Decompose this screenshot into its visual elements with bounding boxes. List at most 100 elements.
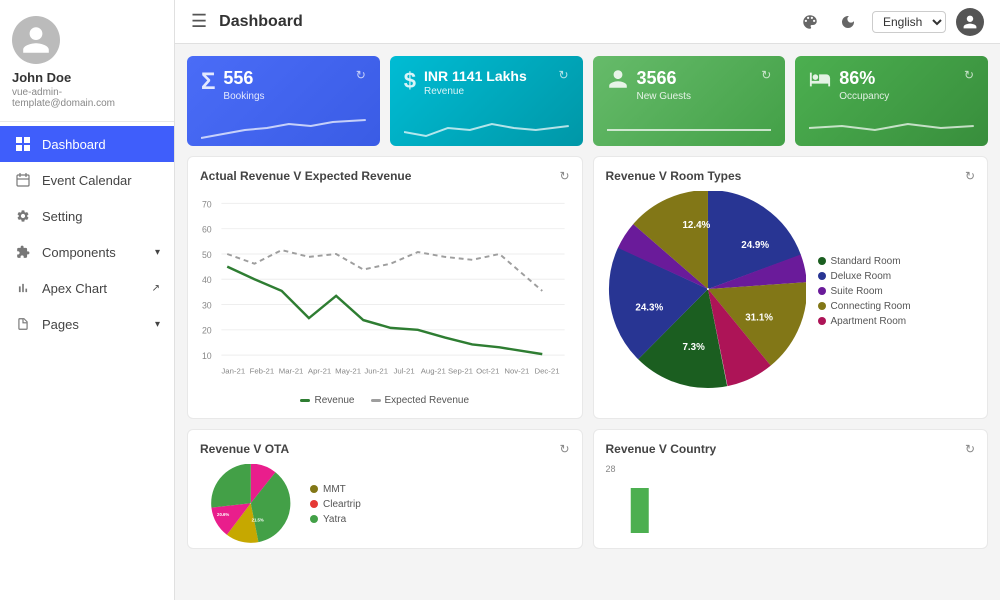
revenue-label: Revenue — [424, 86, 558, 97]
header-title: Dashboard — [219, 13, 796, 31]
sidebar-item-components[interactable]: Components ▾ — [0, 234, 174, 270]
charts-row-1: Actual Revenue V Expected Revenue ↻ 70 6… — [187, 156, 988, 419]
svg-text:Nov-21: Nov-21 — [504, 367, 529, 376]
svg-text:60: 60 — [202, 225, 212, 235]
svg-text:Aug-21: Aug-21 — [421, 367, 446, 376]
room-types-legend: Standard Room Deluxe Room Suite Room — [818, 256, 911, 327]
occupancy-value: 86% — [839, 68, 964, 89]
revenue-refresh-icon[interactable]: ↻ — [558, 68, 568, 82]
legend-expected-dot — [371, 399, 381, 402]
svg-text:21.5%: 21.5% — [252, 517, 264, 522]
legend-expected-label: Expected Revenue — [385, 395, 470, 406]
legend-standard-room: Standard Room — [818, 256, 911, 267]
svg-text:24.9%: 24.9% — [741, 240, 769, 251]
legend-deluxe-label: Deluxe Room — [831, 271, 892, 282]
sidebar-item-setting[interactable]: Setting — [0, 198, 174, 234]
stat-card-guests: 3566 New Guests ↻ — [593, 56, 786, 146]
room-types-title: Revenue V Room Types — [606, 169, 742, 183]
sidebar-item-pages[interactable]: Pages ▾ — [0, 306, 174, 342]
legend-connecting-room: Connecting Room — [818, 301, 911, 312]
revenue-sparkline — [404, 110, 569, 146]
language-select[interactable]: English — [872, 11, 946, 33]
dollar-icon: $ — [404, 68, 416, 94]
country-refresh-icon[interactable]: ↻ — [965, 442, 975, 456]
bookings-label: Bookings — [223, 91, 355, 102]
country-y-label: 28 — [606, 464, 976, 474]
revenue-chart-title: Actual Revenue V Expected Revenue — [200, 169, 411, 183]
sidebar-item-dashboard[interactable]: Dashboard — [0, 126, 174, 162]
stat-cards: Σ 556 Bookings ↻ $ INR 11 — [187, 56, 988, 146]
puzzle-icon — [14, 243, 32, 261]
profile-section: John Doe vue-admin-template@domain.com — [0, 0, 174, 122]
stat-card-revenue: $ INR 1141 Lakhs Revenue ↻ — [390, 56, 583, 146]
svg-text:30: 30 — [202, 300, 212, 310]
ota-legend: MMT Cleartrip Yatra — [310, 484, 361, 525]
revenue-chart-refresh-icon[interactable]: ↻ — [559, 169, 569, 183]
nav-label-pages: Pages — [42, 317, 79, 332]
nav-label-event-calendar: Event Calendar — [42, 173, 132, 188]
main-content: ☰ Dashboard English Σ 55 — [175, 0, 1000, 600]
legend-standard-dot — [818, 257, 826, 265]
chevron-down-icon-2: ▾ — [155, 319, 160, 330]
revenue-chart-body: 70 60 50 40 30 20 10 — [200, 191, 570, 391]
sidebar-item-event-calendar[interactable]: Event Calendar — [0, 162, 174, 198]
svg-text:Jul-21: Jul-21 — [394, 367, 415, 376]
svg-text:40: 40 — [202, 275, 212, 285]
person-icon — [607, 68, 629, 96]
header: ☰ Dashboard English — [175, 0, 1000, 44]
guests-label: New Guests — [637, 91, 762, 102]
svg-text:24.3%: 24.3% — [635, 303, 663, 314]
svg-text:20: 20 — [202, 326, 212, 336]
svg-text:May-21: May-21 — [335, 367, 361, 376]
chart-icon — [14, 279, 32, 297]
sidebar-item-apex-chart[interactable]: Apex Chart ↗ — [0, 270, 174, 306]
guests-refresh-icon[interactable]: ↻ — [761, 68, 771, 82]
user-account-icon[interactable] — [956, 8, 984, 36]
legend-mmt-dot — [310, 485, 318, 493]
legend-revenue-dot — [300, 399, 310, 402]
external-link-icon: ↗ — [152, 283, 160, 294]
stat-card-bookings: Σ 556 Bookings ↻ — [187, 56, 380, 146]
moon-icon[interactable] — [834, 8, 862, 36]
menu-toggle-icon[interactable]: ☰ — [191, 11, 207, 32]
nav-label-setting: Setting — [42, 209, 82, 224]
sigma-icon: Σ — [201, 68, 215, 96]
header-icons: English — [796, 8, 984, 36]
room-types-chart-card: Revenue V Room Types ↻ — [593, 156, 989, 419]
profile-email: vue-admin-template@domain.com — [12, 87, 162, 109]
gear-icon — [14, 207, 32, 225]
nav-label-apex-chart: Apex Chart — [42, 281, 107, 296]
legend-cleartrip-dot — [310, 500, 318, 508]
legend-yatra-label: Yatra — [323, 514, 346, 525]
legend-yatra-dot — [310, 515, 318, 523]
profile-name: John Doe — [12, 70, 162, 85]
guests-value: 3566 — [637, 68, 762, 89]
content-area: Σ 556 Bookings ↻ $ INR 11 — [175, 44, 1000, 600]
room-types-refresh-icon[interactable]: ↻ — [965, 169, 975, 183]
bed-icon — [809, 68, 831, 96]
ota-refresh-icon[interactable]: ↻ — [559, 442, 569, 456]
legend-suite-label: Suite Room — [831, 286, 883, 297]
occupancy-label: Occupancy — [839, 91, 964, 102]
svg-text:12.4%: 12.4% — [682, 220, 710, 231]
legend-suite-dot — [818, 287, 826, 295]
sidebar-nav: Dashboard Event Calendar Setting Compone… — [0, 122, 174, 600]
guests-sparkline — [607, 110, 772, 146]
bookings-refresh-icon[interactable]: ↻ — [356, 68, 366, 82]
legend-apartment-room: Apartment Room — [818, 316, 911, 327]
revenue-line-chart-card: Actual Revenue V Expected Revenue ↻ 70 6… — [187, 156, 583, 419]
grid-icon — [14, 135, 32, 153]
ota-chart-title: Revenue V OTA — [200, 442, 289, 456]
svg-text:20.6%: 20.6% — [217, 512, 229, 517]
calendar-icon — [14, 171, 32, 189]
legend-suite-room: Suite Room — [818, 286, 911, 297]
legend-cleartrip: Cleartrip — [310, 499, 361, 510]
svg-text:Feb-21: Feb-21 — [250, 367, 275, 376]
ota-chart-body: 20.6% 21.5% MMT Cleartrip — [200, 464, 570, 544]
legend-revenue-label: Revenue — [314, 395, 354, 406]
occupancy-refresh-icon[interactable]: ↻ — [964, 68, 974, 82]
country-chart-body: 28 — [606, 464, 976, 543]
palette-icon[interactable] — [796, 8, 824, 36]
charts-row-2: Revenue V OTA ↻ 20.6% 21.5% — [187, 429, 988, 549]
legend-deluxe-room: Deluxe Room — [818, 271, 911, 282]
